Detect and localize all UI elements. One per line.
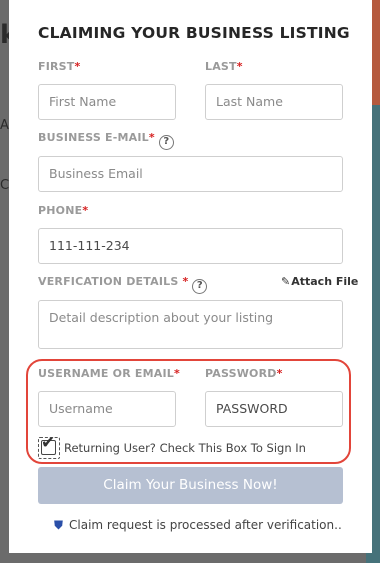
- verification-note: ⛊ Claim request is processed after verifi…: [54, 518, 342, 532]
- verification-details-label: VERFICATION DETAILS *?: [38, 275, 208, 294]
- password-label: PASSWORD*: [205, 367, 283, 380]
- checkmark-icon: ✔: [41, 433, 56, 453]
- first-name-label: FIRST*: [38, 60, 81, 73]
- shield-icon: ⛊: [54, 518, 64, 532]
- background-text: A: [0, 118, 9, 133]
- modal-title: CLAIMING YOUR BUSINESS LISTING: [38, 24, 350, 42]
- question-circle-icon[interactable]: ?: [158, 135, 174, 150]
- returning-user-checkbox[interactable]: ✔: [38, 433, 60, 459]
- business-email-label: BUSINESS E-MAIL*?: [38, 131, 174, 150]
- username-label: USERNAME OR EMAIL*: [38, 367, 180, 380]
- last-name-label: LAST*: [205, 60, 243, 73]
- claim-business-button[interactable]: Claim Your Business Now!: [38, 467, 343, 504]
- password-field[interactable]: PASSWORD: [205, 391, 343, 427]
- first-name-field[interactable]: First Name: [38, 84, 176, 120]
- background-text: C: [0, 178, 10, 193]
- last-name-field[interactable]: Last Name: [205, 84, 343, 120]
- username-field[interactable]: Username: [38, 391, 176, 427]
- paperclip-icon: ✎: [281, 275, 291, 288]
- business-email-field[interactable]: Business Email: [38, 156, 343, 192]
- attach-file-link[interactable]: ✎Attach File: [281, 275, 358, 288]
- claim-listing-modal: CLAIMING YOUR BUSINESS LISTING FIRST* LA…: [9, 0, 372, 553]
- returning-user-label[interactable]: Returning User? Check This Box To Sign I…: [64, 441, 306, 455]
- verification-details-textarea[interactable]: Detail description about your listing: [38, 300, 343, 349]
- phone-field[interactable]: 111-111-234: [38, 228, 343, 264]
- phone-label: PHONE*: [38, 204, 89, 217]
- question-circle-icon[interactable]: ?: [192, 279, 208, 294]
